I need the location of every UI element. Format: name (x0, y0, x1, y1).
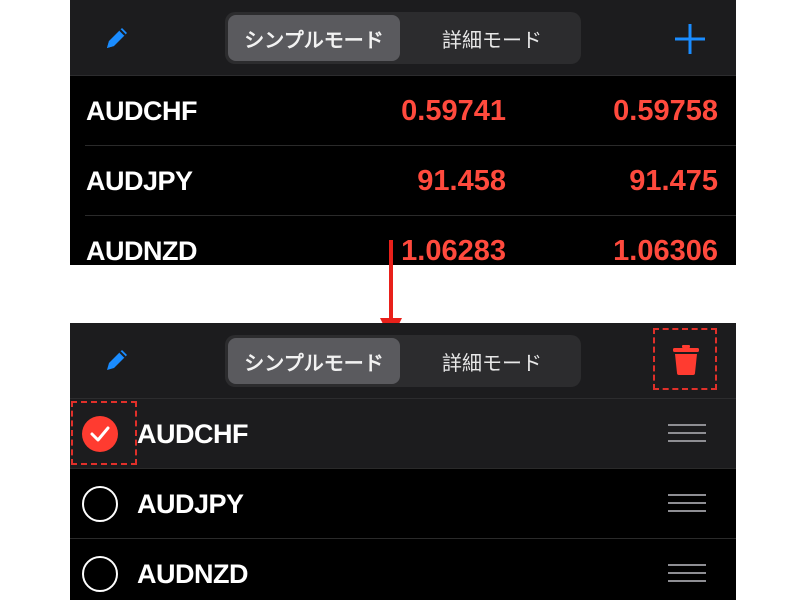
selection-checkbox[interactable] (82, 486, 118, 522)
symbol-name: AUDCHF (137, 419, 249, 449)
quote-row[interactable]: AUDJPY 91.458 91.475 (70, 146, 736, 216)
segment-simple-mode[interactable]: シンプルモード (228, 338, 400, 384)
nav-header: シンプルモード 詳細モード (70, 323, 736, 399)
trash-highlight-box (653, 328, 717, 390)
trash-icon[interactable] (673, 345, 699, 375)
mode-segmented-control: シンプルモード 詳細モード (225, 12, 581, 64)
edit-row[interactable]: AUDCHF (70, 399, 736, 469)
mode-segmented-control: シンプルモード 詳細モード (225, 335, 581, 387)
plus-icon[interactable] (673, 22, 707, 56)
ask-price: 1.06306 (613, 235, 718, 265)
symbol-edit-view: シンプルモード 詳細モード AUDCHF AUDJPY AUDNZD (70, 323, 736, 600)
bid-price: 1.06283 (401, 235, 506, 265)
bid-price: 91.458 (417, 165, 506, 197)
pencil-icon[interactable] (100, 343, 134, 377)
symbol-name: AUDCHF (86, 96, 198, 126)
bid-price: 0.59741 (401, 95, 506, 127)
nav-header: シンプルモード 詳細モード (70, 0, 736, 76)
symbol-name: AUDJPY (86, 166, 193, 196)
symbol-name: AUDNZD (137, 559, 249, 589)
drag-handle-icon[interactable] (668, 424, 706, 444)
segment-simple-mode[interactable]: シンプルモード (228, 15, 400, 61)
symbol-name: AUDJPY (137, 489, 244, 519)
checkbox-highlight-box (71, 401, 137, 465)
pencil-icon[interactable] (100, 21, 134, 55)
drag-handle-icon[interactable] (668, 564, 706, 584)
ask-price: 91.475 (629, 165, 718, 197)
drag-handle-icon[interactable] (668, 494, 706, 514)
edit-row[interactable]: AUDJPY (70, 469, 736, 539)
segment-detail-mode[interactable]: 詳細モード (406, 338, 578, 384)
selection-checkbox[interactable] (82, 556, 118, 592)
quote-row[interactable]: AUDNZD 1.06283 1.06306 (70, 216, 736, 265)
symbol-name: AUDNZD (86, 236, 198, 265)
segment-detail-mode[interactable]: 詳細モード (406, 15, 578, 61)
quote-row[interactable]: AUDCHF 0.59741 0.59758 (70, 76, 736, 146)
ask-price: 0.59758 (613, 95, 718, 127)
annotation-arrow-line (389, 240, 393, 318)
symbol-list-view: シンプルモード 詳細モード AUDCHF 0.59741 0.59758 AUD… (70, 0, 736, 265)
edit-row[interactable]: AUDNZD (70, 539, 736, 600)
